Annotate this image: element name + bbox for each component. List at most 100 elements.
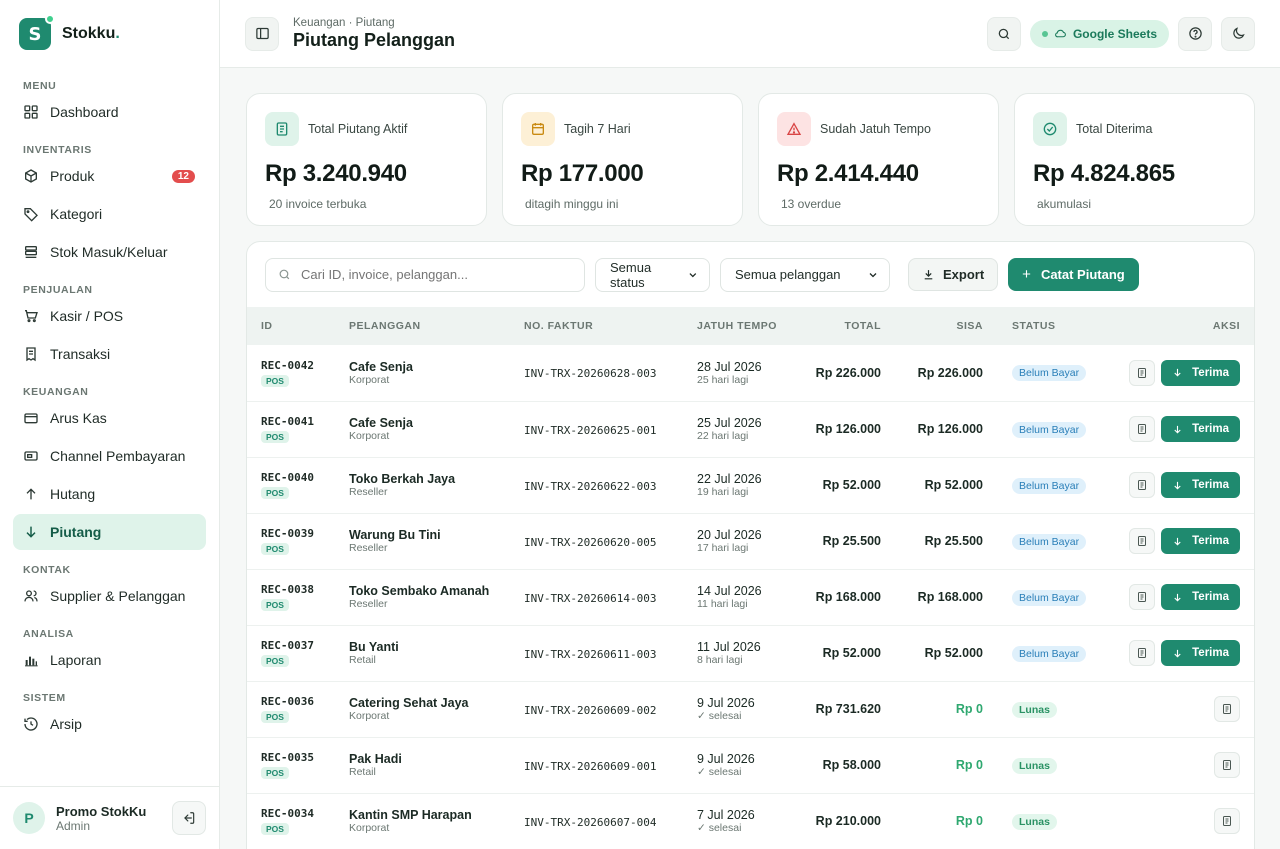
toggle-sidebar-button[interactable] (245, 16, 279, 51)
view-document-button[interactable] (1129, 359, 1156, 386)
stat-card: Sudah Jatuh Tempo Rp 2.414.440 13 overdue (758, 93, 999, 226)
receive-payment-button[interactable]: Terima (1161, 528, 1240, 554)
check-circle-icon (1033, 112, 1067, 146)
status-filter-value: Semua status (610, 259, 652, 290)
col-remaining[interactable]: SISA (881, 307, 983, 345)
stat-label: Total Diterima (1076, 122, 1153, 136)
arrow-up-icon (23, 486, 39, 502)
receive-payment-button[interactable]: Terima (1161, 472, 1240, 498)
sidebar-item-channel-pembayaran[interactable]: Channel Pembayaran (13, 438, 206, 474)
breadcrumb: Keuangan · Piutang (293, 16, 395, 29)
user-panel: P Promo StokKu Admin (0, 786, 219, 849)
cart-icon (23, 308, 39, 324)
col-customer[interactable]: PELANGGAN (349, 307, 524, 345)
status-filter-select[interactable]: Semua status (595, 257, 710, 292)
sidebar-item-laporan[interactable]: Laporan (13, 642, 206, 678)
sidebar-item-transaksi[interactable]: Transaksi (13, 336, 206, 372)
receivable-id[interactable]: REC-0035 (261, 751, 349, 764)
view-document-button[interactable] (1214, 808, 1240, 834)
customer-name: Cafe Senja (349, 359, 413, 374)
view-document-button[interactable] (1129, 416, 1156, 442)
view-document-button[interactable] (1214, 696, 1240, 722)
receivable-id[interactable]: REC-0039 (261, 527, 349, 540)
moon-icon (1232, 27, 1245, 39)
view-document-button[interactable] (1129, 584, 1156, 610)
view-document-button[interactable] (1129, 528, 1156, 554)
document-icon (265, 112, 299, 146)
view-document-button[interactable] (1214, 752, 1240, 778)
sidebar-item-kasir-pos[interactable]: Kasir / POS (13, 298, 206, 334)
source-tag: POS (261, 711, 289, 723)
sidebar-item-hutang[interactable]: Hutang (13, 476, 206, 512)
customer-filter-select[interactable]: Semua pelanggan (720, 257, 890, 292)
cloud-icon (1055, 29, 1066, 38)
search-button[interactable] (986, 16, 1021, 51)
view-document-button[interactable] (1129, 472, 1156, 498)
total-amount: Rp 126.000 (815, 422, 881, 436)
sidebar-item-arsip[interactable]: Arsip (13, 706, 206, 742)
theme-toggle-button[interactable] (1221, 16, 1255, 51)
source-tag: POS (261, 823, 289, 835)
sidebar-item-piutang[interactable]: Piutang (13, 514, 206, 550)
sidebar-item-arus-kas[interactable]: Arus Kas (13, 400, 206, 436)
sidebar-item-dashboard[interactable]: Dashboard (13, 94, 206, 130)
col-invoice[interactable]: NO. FAKTUR (524, 307, 697, 345)
user-role: Admin (56, 818, 91, 833)
col-id[interactable]: ID (247, 307, 349, 345)
avatar[interactable]: P (13, 802, 45, 834)
receivable-id[interactable]: REC-0040 (261, 471, 349, 484)
col-due[interactable]: JATUH TEMPO (697, 307, 787, 345)
status-badge: Lunas (1012, 813, 1057, 830)
brand[interactable]: S Stokku. (0, 0, 219, 68)
plus-icon: + (1022, 266, 1031, 283)
table-row[interactable]: REC-0040 POS Toko Berkah Jaya Reseller INV-T… (247, 457, 1254, 513)
view-document-button[interactable] (1129, 640, 1156, 666)
customer-name: Toko Sembako Amanah (349, 584, 490, 598)
status-badge: Belum Bayar (1012, 421, 1087, 438)
add-receivable-button[interactable]: + Catat Piutang (1008, 258, 1139, 291)
customer-type: Korporat (349, 822, 390, 834)
receive-payment-button[interactable]: Terima (1161, 584, 1240, 610)
table-row[interactable]: REC-0038 POS Toko Sembako Amanah Reseller IN… (247, 569, 1254, 625)
sidebar-item-produk[interactable]: Produk 12 (13, 158, 206, 194)
table-row[interactable]: REC-0034 POS Kantin SMP Harapan Korporat INV… (247, 793, 1254, 849)
sidebar-item-supplier-pelanggan[interactable]: Supplier & Pelanggan (13, 578, 206, 614)
sidebar-item-stok-masuk-keluar[interactable]: Stok Masuk/Keluar (13, 234, 206, 270)
export-button[interactable]: Export (908, 258, 999, 291)
receive-payment-label: Terima (1192, 591, 1229, 603)
document-icon (1221, 759, 1233, 771)
receivable-id[interactable]: REC-0042 (261, 359, 349, 372)
logout-button[interactable] (172, 801, 206, 835)
table-row[interactable]: REC-0035 POS Pak Hadi Retail INV-TRX-2026060… (247, 737, 1254, 793)
table-row[interactable]: REC-0041 POS Cafe Senja Korporat INV-TRX-202… (247, 401, 1254, 457)
sidebar-nav: MENU Dashboard INVENTARIS Produk 12 Kategori S… (0, 68, 219, 742)
arrow-down-icon (23, 524, 39, 540)
col-status[interactable]: STATUS (983, 307, 1106, 345)
sync-dot-icon (1041, 30, 1048, 37)
table-row[interactable]: REC-0042 POS Cafe Senja Korporat INV-TRX-202… (247, 345, 1254, 401)
source-tag: POS (261, 543, 289, 555)
search-input[interactable] (301, 267, 561, 282)
sidebar-item-kategori[interactable]: Kategori (13, 196, 206, 232)
table-row[interactable]: REC-0037 POS Bu Yanti Retail INV-TRX-2026061… (247, 625, 1254, 681)
due-remaining: ✓ selesai (697, 822, 742, 834)
search-box[interactable] (265, 257, 585, 292)
receive-payment-button[interactable]: Terima (1161, 416, 1240, 442)
invoice-number: INV-TRX-20260614-003 (524, 591, 657, 605)
google-sheets-status[interactable]: Google Sheets (1029, 19, 1169, 48)
receive-payment-button[interactable]: Terima (1161, 359, 1240, 386)
receivable-id[interactable]: REC-0034 (261, 807, 349, 820)
status-badge: Belum Bayar (1012, 533, 1087, 550)
col-total[interactable]: TOTAL (787, 307, 881, 345)
receive-payment-label: Terima (1192, 535, 1229, 547)
receivable-id[interactable]: REC-0038 (261, 583, 349, 596)
receive-payment-button[interactable]: Terima (1161, 640, 1240, 666)
help-button[interactable] (1178, 16, 1212, 51)
customer-type: Korporat (349, 373, 390, 386)
table-row[interactable]: REC-0039 POS Warung Bu Tini Reseller INV-TRX… (247, 513, 1254, 569)
receivable-id[interactable]: REC-0036 (261, 695, 349, 708)
table-row[interactable]: REC-0036 POS Catering Sehat Jaya Korporat IN… (247, 681, 1254, 737)
receivable-id[interactable]: REC-0041 (261, 415, 349, 428)
receivable-id[interactable]: REC-0037 (261, 639, 349, 652)
sidebar-item-label: Channel Pembayaran (50, 448, 186, 464)
